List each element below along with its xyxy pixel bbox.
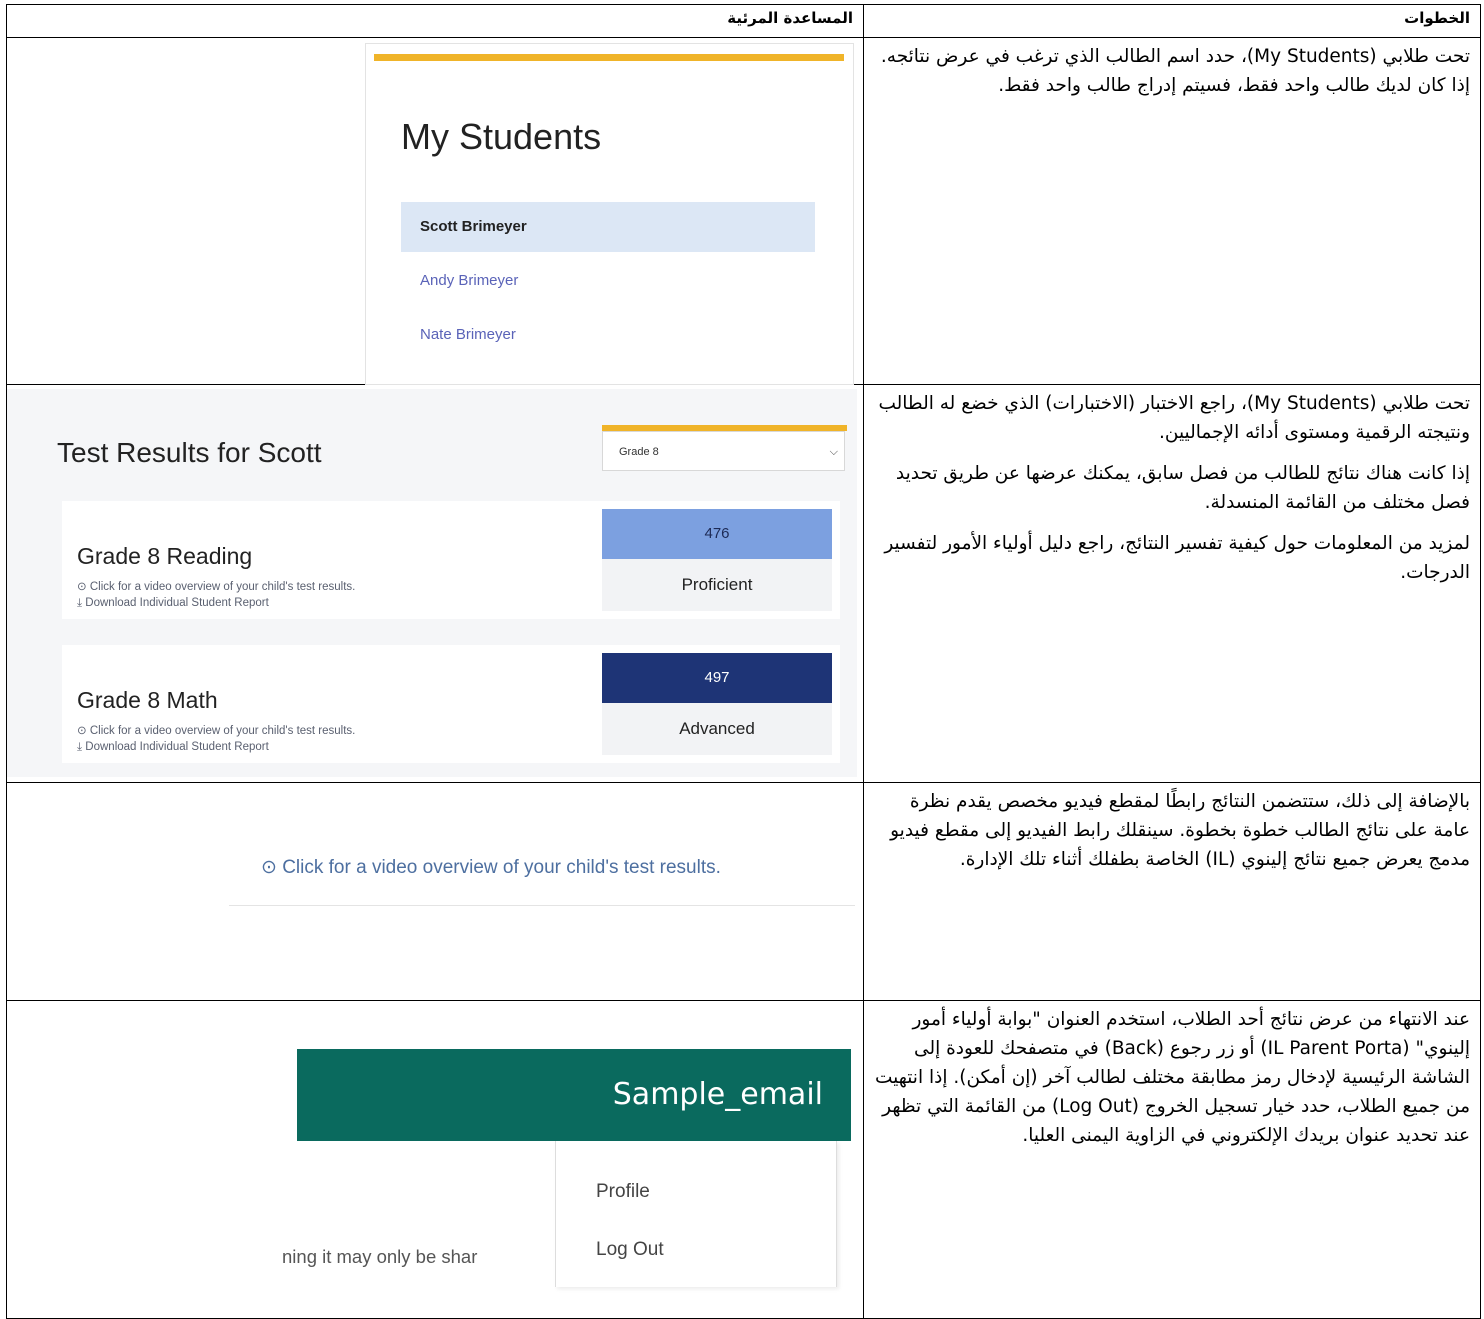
video-overview-link[interactable]: ⊙ Click for a video overview of your chi…	[77, 723, 355, 737]
visual-cell-3: ⊙ Click for a video overview of your chi…	[6, 782, 864, 1001]
accent-bar	[374, 54, 844, 61]
step-text: عند الانتهاء من عرض نتائج أحد الطلاب، اس…	[874, 1009, 1470, 1146]
visual-cell-4: Sample_email Profile Log Out ning it may…	[6, 1000, 864, 1319]
student-item[interactable]: Nate Brimeyer	[401, 310, 815, 360]
test-results-panel: Test Results for Scott Grade 8 ⌵ Grade 8…	[7, 389, 857, 777]
my-students-card: My Students Scott Brimeyer Andy Brimeyer…	[365, 43, 854, 385]
header-row: المساعدة المرئية الخطوات	[6, 4, 1481, 38]
grade-select-value: Grade 8	[619, 446, 659, 458]
step-text: لمزيد من المعلومات حول كيفية تفسير النتا…	[884, 533, 1470, 583]
download-icon: ⤓	[77, 597, 83, 609]
student-item[interactable]: Andy Brimeyer	[401, 256, 815, 306]
grade-select[interactable]: Grade 8 ⌵	[602, 431, 845, 471]
test-name: Grade 8 Math	[77, 687, 218, 713]
play-circle-icon: ⊙	[77, 581, 87, 593]
video-overview-link[interactable]: ⊙ Click for a video overview of your chi…	[77, 579, 355, 593]
step-row-1: My Students Scott Brimeyer Andy Brimeyer…	[6, 37, 1481, 385]
step-text: إذا كانت هناك نتائج للطالب من فصل سابق، …	[895, 463, 1470, 513]
score-badge: 476	[602, 509, 832, 559]
download-link-text: Download Individual Student Report	[85, 597, 269, 609]
video-overview-link[interactable]: ⊙ Click for a video overview of your chi…	[261, 856, 721, 879]
steps-cell-3: بالإضافة إلى ذلك، ستتضمن النتائج رابطًا …	[863, 782, 1481, 1001]
play-circle-icon: ⊙	[261, 857, 277, 878]
performance-level: Proficient	[602, 559, 832, 611]
account-dropdown-menu: Profile Log Out	[555, 1141, 837, 1287]
step-text: بالإضافة إلى ذلك، ستتضمن النتائج رابطًا …	[890, 791, 1470, 870]
email-account-label: Sample_email	[612, 1077, 823, 1112]
download-icon: ⤓	[77, 741, 83, 753]
steps-cell-2: تحت طلابي (My Students)، راجع الاختبار (…	[863, 384, 1481, 783]
steps-header: الخطوات	[863, 4, 1481, 38]
step-text: تحت طلابي (My Students)، راجع الاختبار (…	[878, 393, 1470, 443]
menu-item-profile[interactable]: Profile	[596, 1181, 650, 1203]
test-card-math: Grade 8 Math ⊙ Click for a video overvie…	[62, 645, 840, 763]
play-circle-icon: ⊙	[77, 725, 87, 737]
test-card-reading: Grade 8 Reading ⊙ Click for a video over…	[62, 501, 840, 619]
steps-cell-1: تحت طلابي (My Students)، حدد اسم الطالب …	[863, 37, 1481, 385]
visual-cell-2: Test Results for Scott Grade 8 ⌵ Grade 8…	[6, 384, 864, 783]
video-link-text: Click for a video overview of your child…	[282, 857, 721, 878]
test-name: Grade 8 Reading	[77, 543, 253, 569]
step-row-3: ⊙ Click for a video overview of your chi…	[6, 782, 1481, 1001]
menu-item-log-out[interactable]: Log Out	[596, 1239, 664, 1261]
download-report-link[interactable]: ⤓ Download Individual Student Report	[77, 741, 269, 754]
step-text: تحت طلابي (My Students)، حدد اسم الطالب …	[880, 46, 1470, 96]
steps-cell-4: عند الانتهاء من عرض نتائج أحد الطلاب، اس…	[863, 1000, 1481, 1319]
video-link-text: Click for a video overview of your child…	[89, 725, 356, 737]
background-partial-text: ning it may only be shar	[282, 1246, 478, 1267]
visual-aid-header: المساعدة المرئية	[6, 4, 864, 38]
visual-cell-1: My Students Scott Brimeyer Andy Brimeyer…	[6, 37, 864, 385]
instructions-table: المساعدة المرئية الخطوات My Students Sco…	[6, 4, 1481, 1319]
chevron-down-icon: ⌵	[829, 446, 838, 458]
student-item-selected[interactable]: Scott Brimeyer	[401, 202, 815, 252]
step-row-2: Test Results for Scott Grade 8 ⌵ Grade 8…	[6, 384, 1481, 783]
my-students-title: My Students	[401, 116, 602, 157]
email-header-bar[interactable]: Sample_email	[297, 1049, 851, 1141]
divider	[229, 905, 855, 906]
performance-level: Advanced	[602, 703, 832, 755]
score-badge: 497	[602, 653, 832, 703]
download-report-link[interactable]: ⤓ Download Individual Student Report	[77, 597, 269, 610]
test-results-title: Test Results for Scott	[57, 437, 322, 468]
step-row-4: Sample_email Profile Log Out ning it may…	[6, 1000, 1481, 1319]
video-link-text: Click for a video overview of your child…	[89, 581, 356, 593]
download-link-text: Download Individual Student Report	[85, 741, 269, 753]
